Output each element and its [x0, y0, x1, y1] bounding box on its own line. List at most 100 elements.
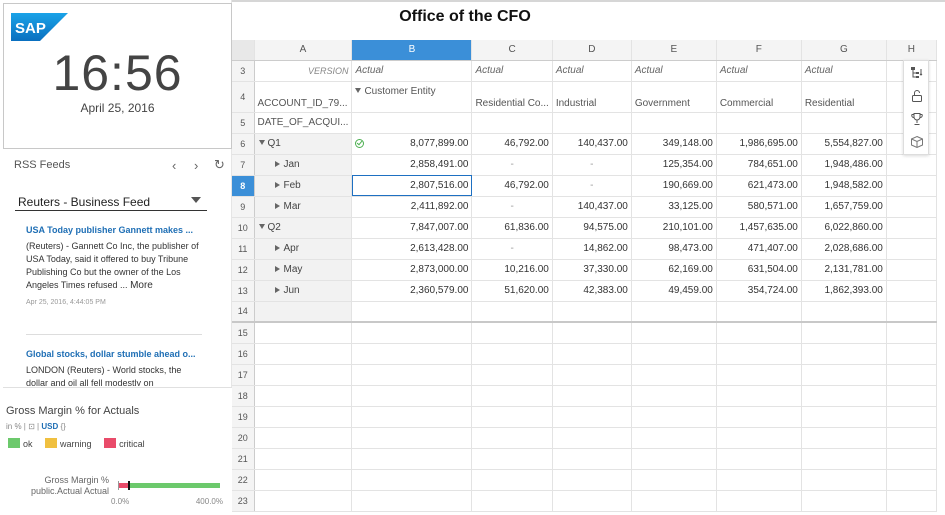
hierarchy-node-quarter[interactable]: Q2 — [254, 217, 353, 239]
grid-cell[interactable] — [886, 238, 937, 260]
grid-cell[interactable] — [351, 301, 473, 323]
grid-cell[interactable]: 1,657,759.00 — [801, 196, 887, 218]
grid-cell[interactable]: Actual — [351, 60, 473, 82]
row-number[interactable]: 8 — [232, 175, 255, 197]
grid-cell[interactable]: 354,724.00 — [716, 280, 802, 302]
grid-cell[interactable] — [351, 112, 473, 134]
column-header-e[interactable]: E — [631, 40, 717, 61]
grid-cell[interactable] — [254, 406, 353, 428]
grid-cell[interactable] — [552, 364, 632, 386]
grid-cell[interactable] — [801, 301, 887, 323]
grid-cell[interactable] — [631, 490, 717, 512]
grid-cell[interactable]: 6,022,860.00 — [801, 217, 887, 239]
grid-cell[interactable] — [886, 175, 937, 197]
expand-icon[interactable] — [274, 161, 280, 167]
unlock-icon[interactable] — [910, 89, 924, 103]
grid-cell[interactable]: 190,669.00 — [631, 175, 717, 197]
grid-cell[interactable] — [631, 427, 717, 449]
grid-cell[interactable]: 61,836.00 — [471, 217, 553, 239]
row-number[interactable]: 18 — [232, 385, 255, 407]
hierarchy-node-month[interactable]: May — [254, 259, 353, 281]
row-number[interactable]: 17 — [232, 364, 255, 386]
grid-cell[interactable] — [716, 469, 802, 491]
grid-cell[interactable]: 1,948,486.00 — [801, 154, 887, 176]
grid-cell[interactable] — [631, 385, 717, 407]
grid-cell[interactable] — [471, 322, 553, 344]
customer-entity-header[interactable]: Customer Entity — [351, 81, 473, 113]
grid-cell[interactable] — [886, 301, 937, 323]
grid-cell[interactable] — [552, 343, 632, 365]
grid-cell[interactable] — [631, 469, 717, 491]
grid-cell[interactable] — [552, 469, 632, 491]
grid-cell[interactable]: 46,792.00 — [471, 175, 553, 197]
grid-cell[interactable] — [351, 490, 473, 512]
row-number[interactable]: 21 — [232, 448, 255, 470]
grid-cell[interactable] — [552, 385, 632, 407]
grid-cell[interactable] — [254, 364, 353, 386]
news-more-link[interactable]: More — [130, 280, 153, 291]
trophy-icon[interactable] — [910, 112, 924, 126]
grid-cell[interactable] — [886, 385, 937, 407]
grid-cell[interactable]: Actual — [801, 60, 887, 82]
grid-cell[interactable] — [471, 469, 553, 491]
grid-cell[interactable] — [254, 427, 353, 449]
grid-cell[interactable]: 2,858,491.00 — [351, 154, 473, 176]
collapse-icon[interactable] — [258, 140, 265, 145]
expand-icon[interactable] — [274, 266, 280, 272]
grid-cell[interactable]: - — [471, 154, 553, 176]
grid-cell[interactable] — [801, 385, 887, 407]
grid-cell[interactable] — [886, 259, 937, 281]
grid-cell[interactable]: 42,383.00 — [552, 280, 632, 302]
grid-cell[interactable] — [801, 448, 887, 470]
row-number[interactable]: 23 — [232, 490, 255, 512]
grid-cell[interactable] — [716, 343, 802, 365]
refresh-icon[interactable]: ↻ — [214, 157, 225, 173]
grid-cell[interactable] — [886, 154, 937, 176]
grid-cell[interactable]: 1,948,582.00 — [801, 175, 887, 197]
grid-cell[interactable]: 2,873,000.00 — [351, 259, 473, 281]
grid-cell[interactable] — [552, 490, 632, 512]
grid-cell[interactable] — [716, 490, 802, 512]
column-header-b[interactable]: B — [351, 40, 473, 61]
column-header-f[interactable]: F — [716, 40, 802, 61]
grid-cell[interactable] — [886, 343, 937, 365]
grid-cell[interactable] — [716, 301, 802, 323]
hierarchy-node-month[interactable]: Mar — [254, 196, 353, 218]
grid-cell[interactable]: 210,101.00 — [631, 217, 717, 239]
grid-cell[interactable] — [886, 280, 937, 302]
grid-cell[interactable]: 125,354.00 — [631, 154, 717, 176]
grid-cell[interactable]: 580,571.00 — [716, 196, 802, 218]
rss-next-button[interactable]: › — [194, 158, 198, 173]
grid-cell[interactable] — [631, 364, 717, 386]
column-header-a[interactable]: A — [254, 40, 353, 61]
column-header-c[interactable]: C — [471, 40, 553, 61]
grid-cell[interactable]: 62,169.00 — [631, 259, 717, 281]
grid-cell[interactable]: 2,360,579.00 — [351, 280, 473, 302]
grid-cell[interactable] — [254, 448, 353, 470]
hierarchy-node-month[interactable]: Jun — [254, 280, 353, 302]
grid-cell[interactable]: Actual — [631, 60, 717, 82]
grid-cell[interactable]: 1,986,695.00 — [716, 133, 802, 155]
grid-cell[interactable]: Actual — [552, 60, 632, 82]
grid-cell[interactable]: 349,148.00 — [631, 133, 717, 155]
grid-cell[interactable]: Actual — [471, 60, 553, 82]
grid-cell[interactable] — [351, 469, 473, 491]
active-cell[interactable]: 2,807,516.00 — [351, 175, 473, 197]
grid-cell[interactable] — [552, 427, 632, 449]
grid-cell[interactable] — [801, 112, 887, 134]
grid-cell[interactable] — [886, 448, 937, 470]
grid-cell[interactable]: 8,077,899.00 — [351, 133, 473, 155]
grid-cell[interactable]: 5,554,827.00 — [801, 133, 887, 155]
grid-cell[interactable]: 49,459.00 — [631, 280, 717, 302]
grid-cell[interactable] — [351, 427, 473, 449]
grid-cell[interactable]: 2,131,781.00 — [801, 259, 887, 281]
grid-cell[interactable]: 631,504.00 — [716, 259, 802, 281]
grid-cell[interactable] — [471, 385, 553, 407]
grid-cell[interactable] — [552, 322, 632, 344]
grid-cell[interactable]: 14,862.00 — [552, 238, 632, 260]
grid-cell[interactable] — [801, 322, 887, 344]
grid-cell[interactable] — [716, 448, 802, 470]
grid-cell[interactable] — [716, 385, 802, 407]
grid-cell[interactable]: 2,028,686.00 — [801, 238, 887, 260]
row-number[interactable]: 7 — [232, 154, 255, 176]
